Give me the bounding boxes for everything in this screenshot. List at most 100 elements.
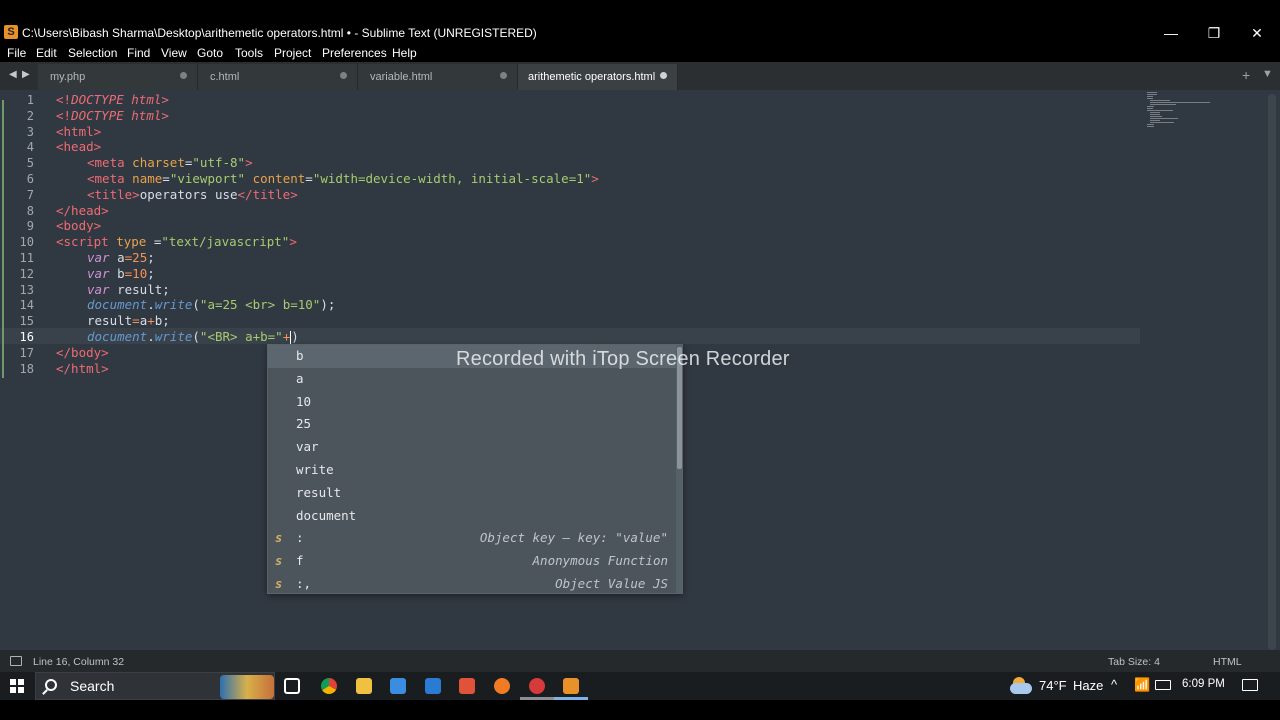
menu-view[interactable]: View [161,46,187,60]
item-label: f [296,553,304,569]
task-view-icon[interactable] [284,678,300,694]
item-label: result [296,484,342,500]
tab-forward-arrow-icon[interactable]: ▶ [22,69,30,80]
code-line-1: <!DOCTYPE html> [56,92,169,107]
weather-cloud-sun-icon[interactable] [1009,675,1033,695]
tab-size[interactable]: Tab Size: 4 [1108,656,1160,668]
weather-description[interactable]: Haze [1073,678,1103,693]
new-tab-plus-icon[interactable]: + [1242,67,1250,83]
menu-help[interactable]: Help [392,46,417,60]
line-number: 15 [19,314,34,329]
code-line-14: document.write("a=25 <br> b=10"); [87,297,336,313]
unsaved-dot-icon[interactable] [660,72,667,79]
autocomplete-item[interactable]: write [268,459,676,482]
recorder-app-icon[interactable] [459,678,475,694]
item-label: : [296,530,304,546]
firefox-icon[interactable] [494,678,510,694]
code-line-15: result=a+b; [87,313,170,329]
menu-goto[interactable]: Goto [197,46,223,60]
windows-start-icon[interactable] [10,679,24,693]
menu-find[interactable]: Find [127,46,150,60]
notifications-icon[interactable] [1242,679,1258,691]
unsaved-dot-icon[interactable] [500,72,507,79]
autocomplete-popup[interactable]: b a 10 25 var write result document s : [267,344,683,594]
search-icon [45,679,57,691]
minimize-button[interactable]: — [1156,24,1186,42]
menu-bar: File Edit Selection Find View Goto Tools… [0,44,1280,62]
media-app-icon[interactable] [529,678,545,694]
code-line-8: </head> [56,202,109,218]
code-line-16: document.write("<BR> a+b="+) [87,329,299,345]
menu-file[interactable]: File [7,46,26,60]
close-button[interactable]: ✕ [1242,24,1272,42]
tab-back-arrow-icon[interactable]: ◀ [9,69,17,80]
tab-arithemetic-operators-html[interactable]: arithemetic operators.html [518,64,678,90]
item-label: var [296,439,319,455]
autocomplete-item-snippet[interactable]: s :, Object Value JS [268,573,676,596]
panel-toggle-icon[interactable] [10,656,22,666]
line-number: 12 [19,266,34,281]
sublime-text-icon: S [4,25,18,39]
menu-project[interactable]: Project [274,46,311,60]
line-number: 10 [19,235,34,250]
store-icon[interactable] [390,678,406,694]
item-label: :, [296,576,312,591]
tab-c-html[interactable]: c.html [198,64,358,90]
line-number: 18 [19,361,34,376]
clock-time[interactable]: 6:09 PM [1182,678,1225,690]
code-line-2: <!DOCTYPE html> [56,107,169,123]
letterbox-bar [0,700,1280,720]
item-annotation: Object key — key: "value" [479,530,668,546]
status-bar: Line 16, Column 32 Tab Size: 4 HTML [0,650,1280,672]
sublime-text-taskbar-icon[interactable] [563,678,579,694]
autocomplete-item[interactable]: 25 [268,413,676,436]
line-number: 5 [26,156,34,171]
autocomplete-item-snippet[interactable]: s f Anonymous Function [268,550,676,573]
tab-variable-html[interactable]: variable.html [358,64,518,90]
minimap[interactable] [1143,90,1213,130]
autocomplete-item[interactable]: document [268,505,676,528]
tab-label: arithemetic operators.html [528,71,656,83]
menu-preferences[interactable]: Preferences [322,46,387,60]
unsaved-dot-icon[interactable] [180,72,187,79]
battery-icon[interactable] [1155,680,1171,690]
line-number: 3 [26,124,34,139]
file-explorer-icon[interactable] [356,678,372,694]
weather-temperature[interactable]: 74°F [1039,678,1067,693]
search-highlight-image [220,675,274,699]
mail-icon[interactable] [425,678,441,694]
snippet-icon: s [275,577,283,591]
restore-button[interactable]: ❐ [1199,24,1229,42]
line-number-gutter: 1 2 3 4 5 6 7 8 9 10 11 12 13 14 15 16 1… [0,90,44,650]
windows-taskbar: Search 74°F Haze ^ 📶 6:09 PM [0,672,1280,700]
autocomplete-item-snippet[interactable]: s : Object key — key: "value" [268,527,676,550]
autocomplete-item[interactable]: result [268,482,676,505]
line-number: 13 [19,282,34,297]
syntax-mode[interactable]: HTML [1213,656,1242,668]
tab-my-php[interactable]: my.php [38,64,198,90]
tab-label: c.html [210,71,240,83]
cursor-position[interactable]: Line 16, Column 32 [33,656,124,668]
line-number: 17 [19,345,34,360]
tray-chevron-up-icon[interactable]: ^ [1111,677,1117,692]
vertical-scrollbar[interactable] [1268,94,1276,650]
code-line-4: <head> [56,139,102,155]
autocomplete-item[interactable]: 10 [268,391,676,414]
code-line-17: </body> [56,344,109,360]
line-number: 8 [26,203,34,218]
tab-menu-chevron-icon[interactable]: ▼ [1262,68,1273,80]
chrome-icon[interactable] [321,678,337,694]
wifi-icon[interactable]: 📶 [1134,677,1150,693]
autocomplete-item[interactable]: a [268,368,676,391]
snippet-icon: s [275,554,283,569]
item-label: a [296,370,304,386]
unsaved-dot-icon[interactable] [340,72,347,79]
taskbar-search-box[interactable]: Search [35,672,275,700]
menu-selection[interactable]: Selection [68,46,117,60]
item-label: 10 [296,393,312,409]
autocomplete-item[interactable]: var [268,436,676,459]
tab-bar: ◀ ▶ my.php c.html variable.html aritheme… [0,62,1280,90]
code-line-6: <meta name="viewport" content="width=dev… [87,171,599,186]
menu-edit[interactable]: Edit [36,46,57,60]
menu-tools[interactable]: Tools [235,46,263,60]
